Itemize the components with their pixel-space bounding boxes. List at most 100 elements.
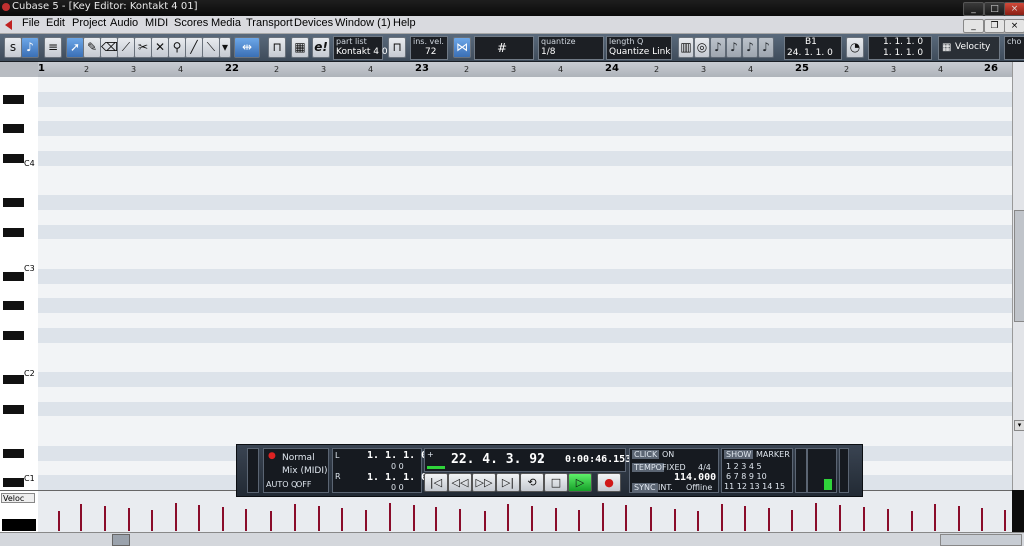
- velocity-bar[interactable]: [721, 504, 723, 531]
- velocity-bar[interactable]: [625, 505, 627, 531]
- menu-window[interactable]: Window (1): [335, 17, 391, 29]
- trim-tool-icon[interactable]: ⟋: [117, 37, 135, 58]
- length-q-select[interactable]: length Q Quantize Link: [606, 36, 672, 60]
- right-locator-icon[interactable]: R: [335, 472, 341, 481]
- velocity-bar[interactable]: [128, 508, 130, 531]
- velocity-bar[interactable]: [389, 503, 391, 531]
- edit-active-part-icon[interactable]: ▦: [291, 37, 309, 58]
- menu-edit[interactable]: Edit: [46, 17, 65, 29]
- velocity-bar[interactable]: [531, 506, 533, 531]
- black-key[interactable]: [3, 448, 24, 458]
- time-value[interactable]: 0:00:46.153: [565, 454, 631, 465]
- menu-transport[interactable]: Transport: [246, 17, 293, 29]
- black-key[interactable]: [3, 271, 24, 281]
- velocity-bar[interactable]: [459, 509, 461, 531]
- piano-keyboard[interactable]: C4 C3 C2 C1: [0, 77, 39, 490]
- velocity-bar[interactable]: [58, 511, 60, 531]
- velocity-bar[interactable]: [958, 506, 960, 531]
- velocity-bar[interactable]: [222, 507, 224, 531]
- velocity-bar[interactable]: [934, 504, 936, 531]
- left-locator-value[interactable]: 1. 1. 1. 0: [367, 450, 427, 461]
- click-button[interactable]: CLICK: [632, 450, 660, 459]
- zoom-tool-icon[interactable]: ⚲: [168, 37, 186, 58]
- minimize-button[interactable]: _: [963, 2, 984, 16]
- velocity-bar[interactable]: [507, 504, 509, 531]
- line-tool-icon[interactable]: ╱: [185, 37, 203, 58]
- quantize-select[interactable]: quantize 1/8: [538, 36, 604, 60]
- velocity-bar[interactable]: [981, 508, 983, 531]
- tool-menu-icon[interactable]: ▾: [219, 37, 231, 58]
- black-key[interactable]: [3, 301, 24, 311]
- doc-close-button[interactable]: ×: [1004, 19, 1024, 33]
- velocity-bar[interactable]: [413, 505, 415, 531]
- velocity-bar[interactable]: [744, 506, 746, 531]
- ruler[interactable]: 1 22 23 24 25 26 2 3 4 2 3 4 2 3 4 2 3 4…: [38, 62, 1012, 78]
- velocity-bar[interactable]: [650, 507, 652, 531]
- pitch-icon[interactable]: ♪: [726, 37, 742, 58]
- velocity-bar[interactable]: [318, 506, 320, 531]
- maximize-button[interactable]: □: [984, 2, 1005, 16]
- split-tool-icon[interactable]: ✂: [134, 37, 152, 58]
- play-button[interactable]: ▷: [568, 473, 592, 492]
- tempo-value[interactable]: 114.000: [674, 472, 716, 483]
- velocity-bar[interactable]: [341, 508, 343, 531]
- record-mode-select[interactable]: Normal: [282, 453, 315, 463]
- velocity-bar[interactable]: [674, 509, 676, 531]
- black-key[interactable]: [3, 227, 24, 237]
- note-off-velocity-icon[interactable]: ♪: [758, 37, 774, 58]
- color-scheme-icon[interactable]: ◔: [846, 37, 864, 58]
- right-locator-value[interactable]: 1. 1. 1. 0: [367, 472, 427, 483]
- marker-buttons-row2[interactable]: 6 7 8 9 10: [726, 472, 767, 481]
- velocity-bar[interactable]: [791, 510, 793, 531]
- signature-value[interactable]: 4/4: [698, 463, 711, 472]
- auto-q-label[interactable]: AUTO Q: [266, 480, 297, 489]
- step-input-icon[interactable]: ▥: [678, 37, 694, 58]
- velocity-bar[interactable]: [1004, 510, 1006, 531]
- marker-buttons-row3[interactable]: 11 12 13 14 15: [724, 482, 785, 491]
- vertical-scrollbar[interactable]: ▾: [1012, 62, 1024, 490]
- eraser-tool-icon[interactable]: ⌫: [100, 37, 118, 58]
- velocity-bar[interactable]: [294, 504, 296, 531]
- note-on-velocity-icon[interactable]: ♪: [742, 37, 758, 58]
- vertical-scroll-thumb[interactable]: [1014, 210, 1024, 322]
- black-key[interactable]: [3, 153, 24, 163]
- black-key[interactable]: [3, 124, 24, 134]
- horizontal-scroll-thumb[interactable]: [112, 534, 130, 546]
- info-line-icon[interactable]: ≡: [44, 37, 62, 58]
- black-key[interactable]: [3, 330, 24, 340]
- horizontal-scrollbar[interactable]: [0, 532, 1024, 546]
- velocity-bar[interactable]: [365, 510, 367, 531]
- velocity-bar[interactable]: [911, 511, 913, 531]
- velocity-bar[interactable]: [175, 503, 177, 531]
- velocity-bar[interactable]: [602, 503, 604, 531]
- show-markers-button[interactable]: SHOW: [724, 450, 754, 459]
- insert-velocity-icon[interactable]: ⊓: [388, 37, 406, 58]
- mute-tool-icon[interactable]: ✕: [151, 37, 169, 58]
- menu-audio[interactable]: Audio: [110, 17, 138, 29]
- sync-button[interactable]: SYNC: [632, 483, 658, 492]
- velocity-bar[interactable]: [435, 507, 437, 531]
- velocity-bar[interactable]: [270, 511, 272, 531]
- autoscroll-icon[interactable]: ⇹: [234, 37, 260, 58]
- doc-minimize-button[interactable]: _: [963, 19, 984, 33]
- chord-field[interactable]: cho: [1004, 36, 1024, 60]
- velocity-bar[interactable]: [151, 510, 153, 531]
- controller-select[interactable]: Veloc: [1, 493, 35, 503]
- position-value[interactable]: 22. 4. 3. 92: [451, 452, 545, 467]
- doc-restore-button[interactable]: ❐: [984, 19, 1005, 33]
- menu-scores[interactable]: Scores: [174, 17, 208, 29]
- listen-icon[interactable]: ♪: [21, 37, 39, 58]
- velocity-bar[interactable]: [815, 503, 817, 531]
- velocity-bar[interactable]: [555, 508, 557, 531]
- velocity-bar[interactable]: [245, 509, 247, 531]
- stop-button[interactable]: □: [544, 473, 568, 492]
- velocity-bar[interactable]: [80, 504, 82, 531]
- drumstick-tool-icon[interactable]: ⟍: [202, 37, 220, 58]
- velocity-bar[interactable]: [104, 506, 106, 531]
- insert-velocity-field[interactable]: ins. vel. 72: [410, 36, 448, 60]
- menu-help[interactable]: Help: [393, 17, 416, 29]
- marker-buttons-row1[interactable]: 1 2 3 4 5: [726, 462, 762, 471]
- cycle-button[interactable]: ⟲: [520, 473, 544, 492]
- menu-file[interactable]: File: [22, 17, 40, 29]
- rewind-button[interactable]: ◁◁: [448, 473, 472, 492]
